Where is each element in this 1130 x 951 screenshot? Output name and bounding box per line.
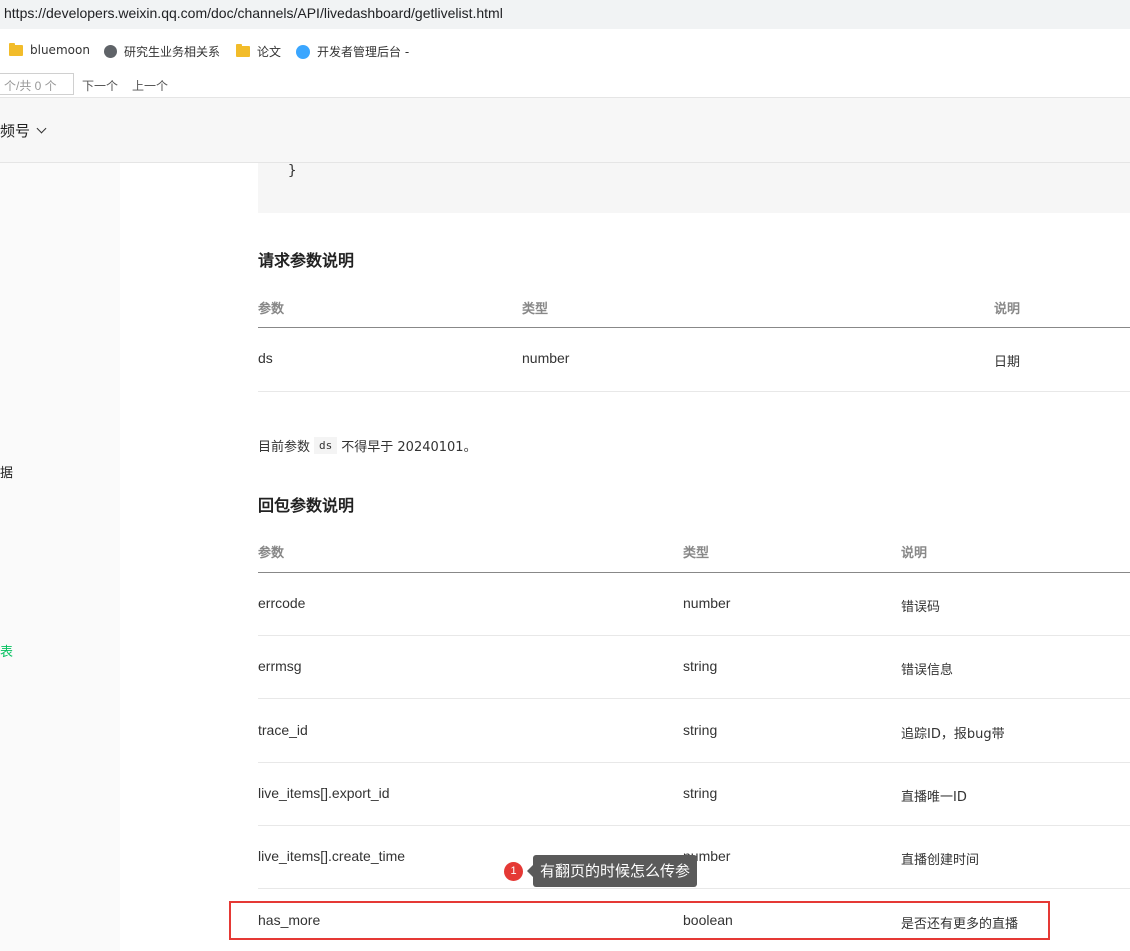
table-header-divider (258, 327, 1130, 328)
find-input[interactable]: 个/共 0 个 (0, 73, 74, 95)
table-cell-type: string (683, 722, 718, 738)
table-cell-desc: 直播创建时间 (901, 853, 980, 868)
code-closing-brace: } (288, 163, 297, 179)
table-cell-name: trace_id (258, 722, 308, 738)
table-cell-name: errcode (258, 595, 306, 611)
url-text[interactable]: https://developers.weixin.qq.com/doc/cha… (4, 5, 503, 21)
table-cell-desc: 错误信息 (901, 663, 954, 678)
table-row-divider (258, 698, 1130, 699)
bookmark-label: 开发者管理后台 - (317, 45, 410, 59)
code-block: } (258, 163, 1130, 213)
table-cell-name: live_items[].create_time (258, 848, 406, 864)
table-cell-desc: 错误码 (901, 600, 941, 615)
sidebar: 据 表 (0, 163, 120, 951)
param-note: 目前参数 ds 不得早于 20240101。 (258, 436, 477, 455)
bookmark-label: 论文 (257, 45, 282, 59)
nav-title: 频号 (0, 122, 31, 140)
bookmark-research[interactable]: 研究生业务相关系 (104, 43, 220, 60)
table-cell-desc: 日期 (994, 355, 1021, 370)
sidebar-item-active-fragment[interactable]: 表 (0, 641, 13, 660)
site-header: 频号 (0, 97, 1130, 163)
table-cell-name: ds (258, 350, 273, 366)
table-header: 说明 (901, 546, 928, 561)
table-row-divider (258, 391, 1130, 392)
note-suffix: 不得早于 20240101。 (341, 440, 477, 455)
table-header: 参数 (258, 302, 285, 317)
table-row-divider (258, 635, 1130, 636)
chevron-down-icon (36, 123, 47, 134)
bookmarks-bar: bluemoon 研究生业务相关系 论文 开发者管理后台 - (0, 36, 1130, 66)
note-code: ds (314, 437, 338, 454)
table-cell-type: string (683, 785, 718, 801)
globe-icon (104, 45, 117, 58)
find-next-button[interactable]: 下一个 (82, 77, 118, 94)
table-header: 参数 (258, 546, 285, 561)
table-header: 类型 (522, 302, 549, 317)
table-cell-name: live_items[].export_id (258, 785, 390, 801)
table-row-divider (258, 825, 1130, 826)
bookmark-label: bluemoon (30, 43, 90, 57)
bookmark-label: 研究生业务相关系 (124, 45, 221, 59)
table-row-divider (258, 762, 1130, 763)
devtools-icon (296, 44, 310, 59)
table-cell-type: number (683, 595, 731, 611)
find-bar: 个/共 0 个 下一个 上一个 (0, 70, 1130, 96)
annotation-tooltip: 有翻页的时候怎么传参 (526, 855, 698, 887)
folder-icon (9, 42, 23, 56)
bookmark-devtools[interactable]: 开发者管理后台 - (296, 43, 409, 60)
address-bar[interactable]: https://developers.weixin.qq.com/doc/cha… (0, 0, 1130, 29)
table-cell-type: number (522, 350, 570, 366)
nav-dropdown[interactable]: 频号 (0, 120, 47, 141)
request-params-heading: 请求参数说明 (258, 251, 355, 270)
response-params-heading: 回包参数说明 (258, 496, 355, 515)
table-cell-type: string (683, 658, 718, 674)
bookmark-bluemoon[interactable]: bluemoon (9, 42, 90, 57)
folder-icon (236, 44, 250, 57)
bookmark-papers[interactable]: 论文 (236, 43, 281, 60)
annotation-badge[interactable]: 1 (504, 862, 523, 881)
table-cell-desc: 追踪ID，报bug带 (901, 727, 1005, 742)
highlight-box (229, 901, 1050, 940)
sidebar-item-fragment[interactable]: 据 (0, 462, 13, 481)
find-prev-button[interactable]: 上一个 (132, 77, 168, 94)
table-cell-desc: 直播唯一ID (901, 790, 967, 805)
table-header: 说明 (994, 302, 1021, 317)
note-prefix: 目前参数 (258, 440, 311, 455)
table-header: 类型 (683, 546, 710, 561)
table-cell-name: errmsg (258, 658, 302, 674)
table-header-divider (258, 572, 1130, 573)
table-row-divider (258, 888, 1130, 889)
